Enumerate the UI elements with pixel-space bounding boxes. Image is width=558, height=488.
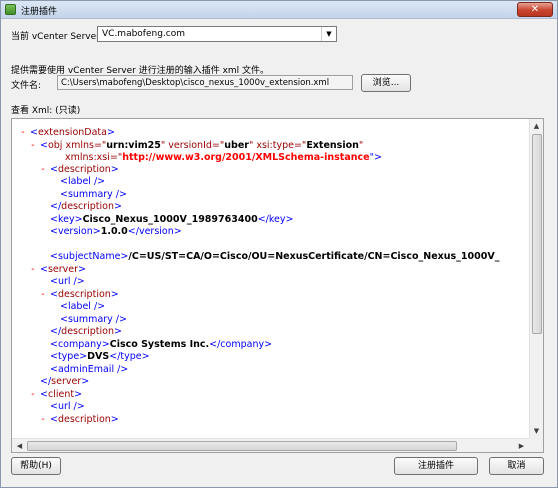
xml-line: <type>DVS</type> bbox=[50, 351, 150, 362]
xml-line: <label /> bbox=[60, 176, 106, 187]
xml-line: </description> bbox=[50, 326, 122, 337]
scroll-left-icon[interactable]: ◀ bbox=[13, 440, 26, 452]
xml-line: xmlns:xsi="http://www.w3.org/2001/XMLSch… bbox=[65, 152, 382, 163]
server-select[interactable]: VC.mabofeng.com ▼ bbox=[97, 26, 337, 42]
xml-line: <label /> bbox=[60, 301, 106, 312]
vertical-scroll-thumb[interactable] bbox=[532, 134, 542, 334]
xml-line: <url /> bbox=[50, 276, 85, 287]
horizontal-scroll-thumb[interactable] bbox=[27, 441, 457, 451]
xml-line: <summary /> bbox=[60, 189, 127, 200]
vertical-scrollbar[interactable]: ▲ ▼ bbox=[529, 119, 543, 438]
server-label: 当前 vCenter Server: bbox=[11, 32, 103, 42]
xml-line: - <extensionData> bbox=[20, 127, 115, 138]
xml-line: </description> bbox=[50, 201, 122, 212]
browse-button[interactable]: 浏览... bbox=[361, 74, 411, 92]
file-path-field[interactable]: C:\Users\mabofeng\Desktop\cisco_nexus_10… bbox=[57, 75, 353, 90]
collapse-toggle-icon[interactable]: - bbox=[40, 414, 46, 426]
xml-line: - <client> bbox=[30, 389, 83, 400]
scrollbar-corner bbox=[529, 438, 543, 452]
collapse-toggle-icon[interactable]: - bbox=[30, 389, 36, 401]
xml-line: - <description> bbox=[40, 414, 119, 425]
plugin-app-icon bbox=[5, 4, 16, 15]
xml-line: <adminEmail /> bbox=[50, 364, 129, 375]
xml-line: <summary /> bbox=[60, 314, 127, 325]
file-path-value: C:\Users\mabofeng\Desktop\cisco_nexus_10… bbox=[61, 78, 330, 88]
window-title: 注册插件 bbox=[21, 7, 58, 17]
xml-line: <key>Cisco_Nexus_1000V_1989763400</key> bbox=[50, 214, 294, 225]
file-name-label: 文件名: bbox=[11, 81, 42, 91]
xml-content: - <extensionData> - <obj xmlns="urn:vim25" … bbox=[12, 119, 530, 438]
scroll-up-icon[interactable]: ▲ bbox=[530, 120, 543, 132]
collapse-toggle-icon[interactable]: - bbox=[20, 127, 26, 139]
collapse-toggle-icon[interactable]: - bbox=[30, 140, 36, 152]
view-xml-label: 查看 Xml: (只读) bbox=[11, 106, 81, 116]
register-plugin-button[interactable]: 注册插件 bbox=[394, 457, 478, 475]
horizontal-scrollbar[interactable]: ◀ ▶ bbox=[12, 438, 530, 452]
xml-line: - <description> bbox=[40, 289, 119, 300]
xml-line: <subjectName>/C=US/ST=CA/O=Cisco/OU=Nexu… bbox=[50, 251, 500, 262]
scroll-down-icon[interactable]: ▼ bbox=[530, 425, 543, 437]
xml-line: - <server> bbox=[30, 264, 87, 275]
xml-line: </server> bbox=[40, 376, 90, 387]
collapse-toggle-icon[interactable]: - bbox=[40, 289, 46, 301]
server-select-value: VC.mabofeng.com bbox=[102, 29, 186, 39]
collapse-toggle-icon[interactable]: - bbox=[30, 264, 36, 276]
register-plugin-dialog: 注册插件 ✕ 当前 vCenter Server: VC.mabofeng.co… bbox=[0, 0, 558, 488]
help-button[interactable]: 帮助(H) bbox=[11, 457, 61, 475]
collapse-toggle-icon[interactable]: - bbox=[40, 164, 46, 176]
cancel-button[interactable]: 取消 bbox=[489, 457, 544, 475]
title-bar: 注册插件 ✕ bbox=[1, 1, 557, 19]
close-button[interactable]: ✕ bbox=[517, 2, 553, 17]
xml-line: <version>1.0.0</version> bbox=[50, 226, 182, 237]
xml-line: <url /> bbox=[50, 401, 85, 412]
xml-viewer[interactable]: - <extensionData> - <obj xmlns="urn:vim25" … bbox=[11, 118, 544, 453]
chevron-down-icon[interactable]: ▼ bbox=[321, 27, 336, 41]
xml-line: <company>Cisco Systems Inc.</company> bbox=[50, 339, 273, 350]
xml-line: - <description> bbox=[40, 164, 119, 175]
scroll-right-icon[interactable]: ▶ bbox=[515, 440, 528, 452]
xml-line: - <obj xmlns="urn:vim25" versionId="uber"… bbox=[30, 140, 364, 151]
